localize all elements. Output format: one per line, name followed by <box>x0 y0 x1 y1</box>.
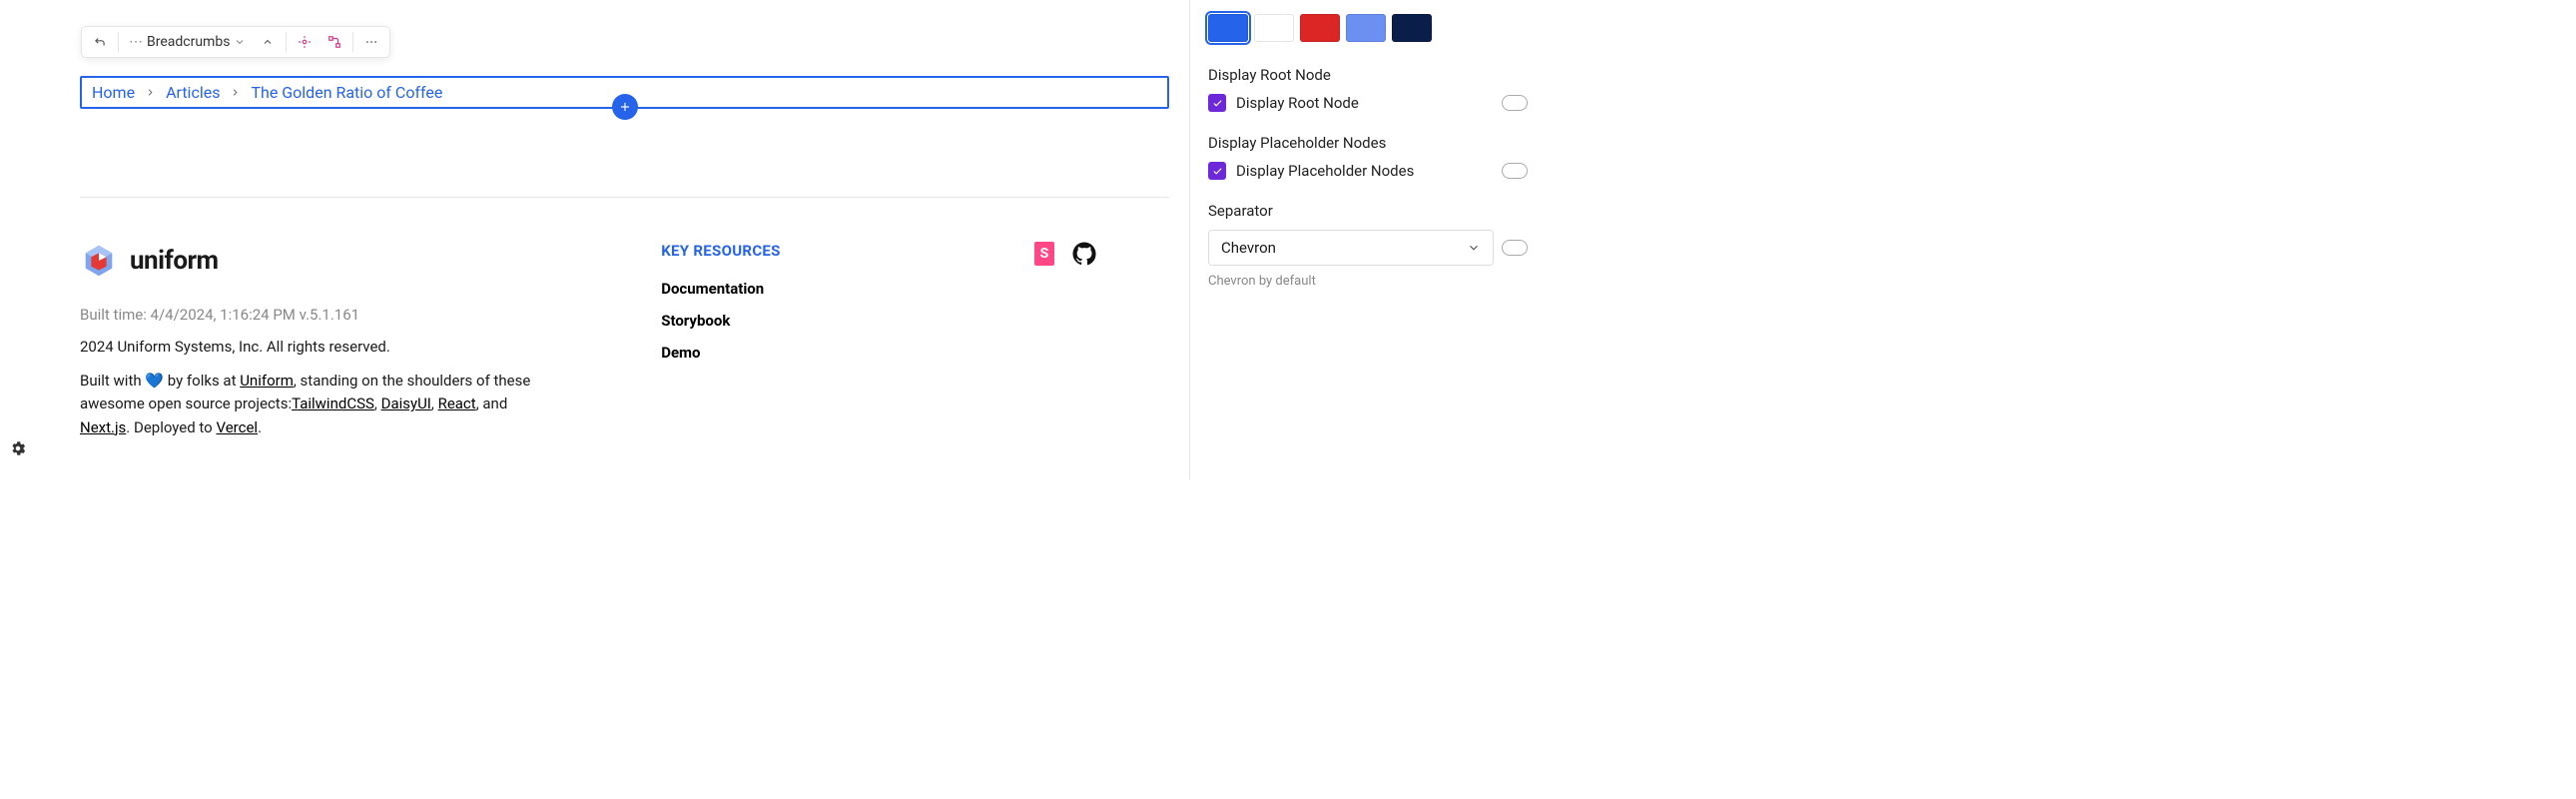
settings-gear-icon[interactable] <box>9 439 27 461</box>
check-icon <box>1212 98 1223 109</box>
display-placeholder-checkbox[interactable] <box>1208 162 1226 180</box>
demo-link[interactable]: Demo <box>661 344 994 362</box>
daisyui-link[interactable]: DaisyUI <box>381 395 431 412</box>
build-time: Built time: 4/4/2024, 1:16:24 PM v.5.1.1… <box>80 306 621 324</box>
display-root-check-label: Display Root Node <box>1236 94 1359 112</box>
breadcrumb-link[interactable]: Articles <box>166 83 220 102</box>
display-root-checkbox[interactable] <box>1208 94 1226 112</box>
separator-helper: Chevron by default <box>1208 274 1528 289</box>
breadcrumb-link[interactable]: Home <box>92 83 135 102</box>
swatch-red[interactable] <box>1300 14 1340 42</box>
link-pill-icon[interactable] <box>1502 163 1528 179</box>
link-pill-icon[interactable] <box>1502 240 1528 256</box>
react-link[interactable]: React <box>438 395 476 412</box>
swatch-navy[interactable] <box>1392 14 1432 42</box>
breadcrumbs-component[interactable]: Home Articles The Golden Ratio of Coffee <box>80 76 1169 109</box>
chevron-down-icon <box>234 36 246 48</box>
credits-text: Built with 💙 by folks at Uniform, standi… <box>80 370 559 439</box>
display-placeholder-label: Display Placeholder Nodes <box>1208 134 1528 152</box>
logo: uniform <box>80 242 621 280</box>
color-swatches <box>1208 14 1528 42</box>
heart-icon: 💙 <box>145 372 164 390</box>
separator-value: Chevron <box>1221 239 1276 257</box>
add-button[interactable] <box>612 94 638 120</box>
footer: uniform Built time: 4/4/2024, 1:16:24 PM… <box>80 242 1169 439</box>
separator-label: Separator <box>1208 202 1528 220</box>
tailwind-link[interactable]: TailwindCSS <box>292 395 374 412</box>
copyright: 2024 Uniform Systems, Inc. All rights re… <box>80 338 621 356</box>
link-pill-icon[interactable] <box>1502 95 1528 111</box>
chevron-right-icon <box>230 83 241 102</box>
logo-text: uniform <box>130 246 219 276</box>
documentation-link[interactable]: Documentation <box>661 280 994 298</box>
display-placeholder-check-label: Display Placeholder Nodes <box>1236 162 1414 180</box>
uniform-logo-icon <box>80 242 118 280</box>
check-icon <box>1212 166 1223 177</box>
github-icon[interactable] <box>1072 242 1096 266</box>
separator-select[interactable]: Chevron <box>1208 230 1494 266</box>
swatch-blue[interactable] <box>1208 14 1248 42</box>
breadcrumb-link[interactable]: The Golden Ratio of Coffee <box>251 83 442 102</box>
vercel-link[interactable]: Vercel <box>216 418 258 436</box>
key-resources-title: KEY RESOURCES <box>661 242 994 260</box>
properties-panel: Display Root Node Display Root Node Disp… <box>1190 0 1546 479</box>
chevron-right-icon <box>145 83 156 102</box>
uniform-link[interactable]: Uniform <box>240 372 294 390</box>
plus-icon <box>618 100 632 114</box>
storybook-link[interactable]: Storybook <box>661 312 994 330</box>
canvas-area: ⋯ Breadcrumbs Home Articles <box>36 0 1190 479</box>
nextjs-link[interactable]: Next.js <box>80 418 126 436</box>
chevron-down-icon <box>1467 241 1481 255</box>
display-root-label: Display Root Node <box>1208 66 1528 84</box>
swatch-lightblue[interactable] <box>1346 14 1386 42</box>
storybook-badge-icon[interactable]: S <box>1034 242 1054 266</box>
footer-divider <box>80 197 1169 198</box>
swatch-white[interactable] <box>1254 14 1294 42</box>
